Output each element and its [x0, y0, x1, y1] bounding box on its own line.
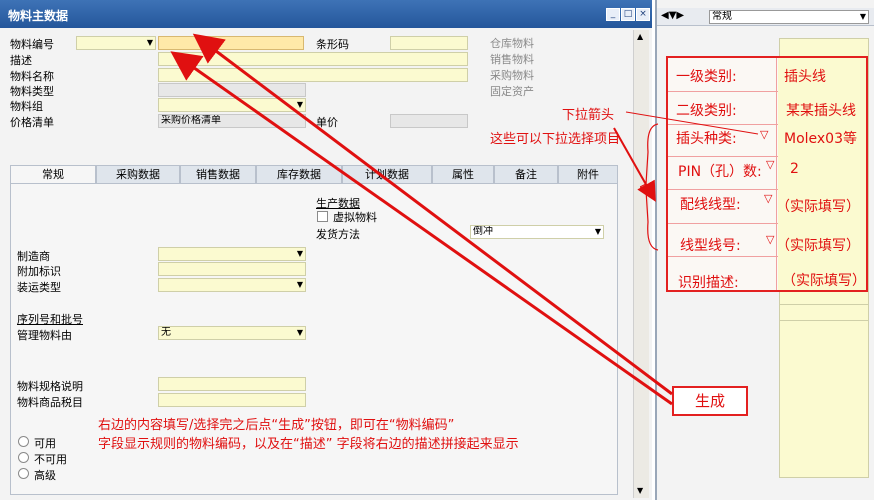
- shipping-type-select[interactable]: [158, 278, 306, 292]
- item-group-select[interactable]: [158, 98, 306, 112]
- item-type-field: [158, 83, 306, 97]
- sales-item-flag: 销售物料: [490, 53, 534, 66]
- udf-wire-number-value[interactable]: （实际填写）: [776, 235, 860, 255]
- manufacturer-label: 制造商: [17, 250, 50, 263]
- issue-method-label: 发货方法: [316, 228, 360, 241]
- udf-category-select[interactable]: 常规: [709, 10, 869, 24]
- serial-batch-header: 序列号和批号: [17, 313, 83, 326]
- inventory-item-flag: 仓库物料: [490, 37, 534, 50]
- status-unavailable-radio[interactable]: [18, 452, 29, 463]
- virtual-item-checkbox[interactable]: [317, 211, 328, 222]
- price-list-select[interactable]: 采购价格清单: [158, 114, 306, 128]
- status-unavailable-label: 不可用: [34, 453, 67, 466]
- purchase-item-flag: 采购物料: [490, 69, 534, 82]
- price-list-label: 价格清单: [10, 116, 54, 129]
- additional-id-label: 附加标识: [17, 265, 61, 278]
- close-button[interactable]: ×: [636, 8, 650, 21]
- tab-remarks[interactable]: 备注: [494, 165, 558, 184]
- udf-level2-label: 二级类别:: [676, 103, 737, 119]
- description-label: 描述: [10, 54, 32, 67]
- status-advanced-label: 高级: [34, 469, 56, 482]
- spec-label: 物料规格说明: [17, 380, 83, 393]
- manage-by-label: 管理物料由: [17, 329, 72, 342]
- additional-id-input[interactable]: [158, 262, 306, 276]
- tab-inventory[interactable]: 库存数据: [256, 165, 342, 184]
- manage-by-select[interactable]: 无: [158, 326, 306, 340]
- generate-button[interactable]: 生成: [672, 386, 748, 416]
- tab-sales[interactable]: 销售数据: [180, 165, 256, 184]
- scroll-down-icon[interactable]: ▼: [637, 486, 643, 495]
- window-titlebar: 物料主数据 _ □ ×: [0, 0, 652, 28]
- instruction-line-1: 右边的内容填写/选择完之后点“生成”按钮，即可在“物料编码”: [98, 418, 455, 433]
- udf-identify-value[interactable]: （实际填写）: [782, 270, 866, 290]
- barcode-input[interactable]: [390, 36, 468, 50]
- item-name-input[interactable]: [158, 68, 468, 82]
- udf-plug-type-label: 插头种类:: [676, 131, 737, 147]
- spec-input[interactable]: [158, 377, 306, 391]
- tax-label: 物料商品税目: [17, 396, 83, 409]
- unit-price-input[interactable]: [390, 114, 468, 128]
- dropdown-select-note: 这些可以下拉选择项目: [490, 132, 621, 147]
- udf-wire-type-value[interactable]: （实际填写）: [776, 196, 860, 216]
- manufacturer-select[interactable]: [158, 247, 306, 261]
- form-scrollbar[interactable]: ▲ ▼: [633, 30, 649, 498]
- unit-price-label: 单价: [316, 116, 338, 129]
- nav-prev-icon[interactable]: ◀▼▶: [661, 10, 684, 21]
- udf-wire-type-label: 配线线型:: [680, 197, 741, 213]
- tax-input[interactable]: [158, 393, 306, 407]
- instruction-line-2: 字段显示规则的物料编码，以及在“描述” 字段将右边的描述拼接起来显示: [98, 437, 519, 452]
- tab-attachments[interactable]: 附件: [558, 165, 618, 184]
- item-code-label: 物料编号: [10, 38, 54, 51]
- minimize-button[interactable]: _: [606, 8, 620, 21]
- status-available-label: 可用: [34, 437, 56, 450]
- dropdown-arrow-note: 下拉箭头: [562, 108, 615, 123]
- udf-pin-value[interactable]: 2: [790, 161, 799, 177]
- item-code-input[interactable]: [158, 36, 304, 50]
- udf-nav-bar: ◀▼▶ 常规: [657, 8, 874, 26]
- fixed-asset-flag: 固定资产: [490, 85, 534, 98]
- shipping-type-label: 装运类型: [17, 281, 61, 294]
- bracket-icon: [640, 123, 659, 251]
- status-advanced-radio[interactable]: [18, 468, 29, 479]
- dropdown-marker-icon: ▽: [766, 158, 775, 171]
- udf-level2-value[interactable]: 某某插头线: [786, 100, 856, 120]
- barcode-label: 条形码: [316, 38, 349, 51]
- dropdown-marker-icon: ▽: [760, 128, 769, 141]
- tab-purchasing[interactable]: 采购数据: [96, 165, 180, 184]
- status-available-radio[interactable]: [18, 436, 29, 447]
- window-title: 物料主数据: [8, 9, 69, 23]
- udf-level1-label: 一级类别:: [676, 69, 737, 85]
- tab-general[interactable]: 常规: [10, 165, 96, 184]
- udf-wire-number-label: 线型线号:: [680, 238, 741, 254]
- virtual-item-label: 虚拟物料: [333, 211, 377, 224]
- item-group-label: 物料组: [10, 100, 43, 113]
- udf-pin-label: PIN（孔）数:: [678, 164, 762, 180]
- udf-plug-type-value[interactable]: Molex03等: [784, 128, 857, 148]
- description-input[interactable]: [158, 52, 468, 66]
- tab-properties[interactable]: 属性: [432, 165, 494, 184]
- issue-method-select[interactable]: 倒冲: [470, 225, 604, 239]
- scroll-up-icon[interactable]: ▲: [637, 32, 643, 41]
- item-code-series-select[interactable]: [76, 36, 156, 50]
- udf-identify-label: 识别描述:: [678, 275, 739, 291]
- item-name-label: 物料名称: [10, 70, 54, 83]
- tab-planning[interactable]: 计划数据: [342, 165, 432, 184]
- udf-level1-value[interactable]: 插头线: [784, 66, 826, 86]
- dropdown-marker-icon: ▽: [764, 192, 773, 205]
- item-type-label: 物料类型: [10, 85, 54, 98]
- maximize-button[interactable]: □: [621, 8, 635, 21]
- dropdown-marker-icon: ▽: [766, 233, 775, 246]
